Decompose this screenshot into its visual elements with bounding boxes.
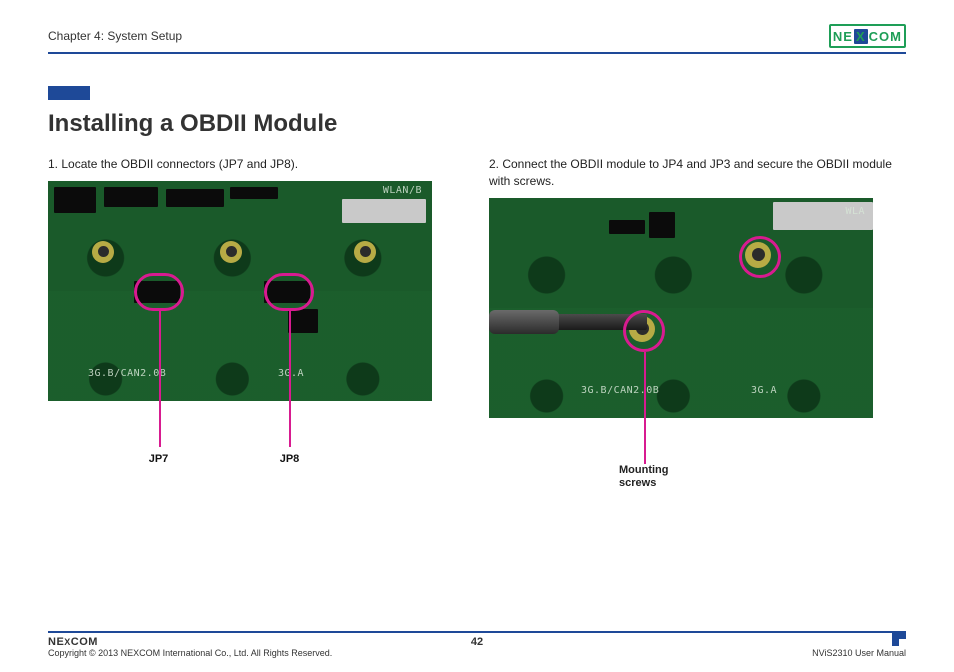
callout-ring-screw-2 [739,236,781,278]
page-title: Installing a OBDII Module [48,110,906,138]
leader-jp7 [159,311,161,447]
brand-logo-box: NE X COM [829,24,906,48]
brand-text-left: NE [833,29,853,44]
step-2-column: 2. Connect the OBDII module to JP4 and J… [489,156,906,488]
leader-mounting-screws [644,352,646,464]
callout-ring-jp8 [264,273,314,311]
step-1-column: 1. Locate the OBDII connectors (JP7 and … [48,156,465,488]
footer-copyright: Copyright © 2013 NEXCOM International Co… [48,648,332,658]
step-1-text: 1. Locate the OBDII connectors (JP7 and … [48,156,465,173]
silk-wlan: WLAN/B [383,185,422,196]
step-2-text: 2. Connect the OBDII module to JP4 and J… [489,156,906,190]
footer-doc-title: NViS2310 User Manual [812,648,906,658]
leader-jp8 [289,311,291,447]
brand-text-right: COM [869,29,902,44]
page-footer: NEXCOM Copyright © 2013 NEXCOM Internati… [48,631,906,658]
callout-label-jp7: JP7 [103,453,214,465]
figure-locate-connectors: WLAN/B 3G.B/CAN2.0B 3G.A [48,181,432,401]
chapter-label: Chapter 4: System Setup [48,29,182,43]
silk-3ga-r: 3G.A [751,385,777,396]
silk-wla: WLA [845,206,865,217]
callout-label-mounting: Mounting [619,464,668,477]
silk-3g-can: 3G.B/CAN2.0B [88,368,166,379]
callout-label-jp8: JP8 [234,453,345,465]
footer-page-number: 42 [48,636,906,648]
section-tab [48,86,90,100]
callout-ring-jp7 [134,273,184,311]
silk-3g-can-r: 3G.B/CAN2.0B [581,385,659,396]
figure-secure-module: WLA 3G.B/CAN2.0B 3G.A [489,198,873,418]
callout-label-screws: screws [619,477,668,490]
page-header: Chapter 4: System Setup NE X COM [48,24,906,54]
brand-text-x: X [854,29,868,44]
callout-ring-screw-1 [623,310,665,352]
brand-logo: NE X COM [829,24,906,48]
silk-3ga: 3G.A [278,368,304,379]
